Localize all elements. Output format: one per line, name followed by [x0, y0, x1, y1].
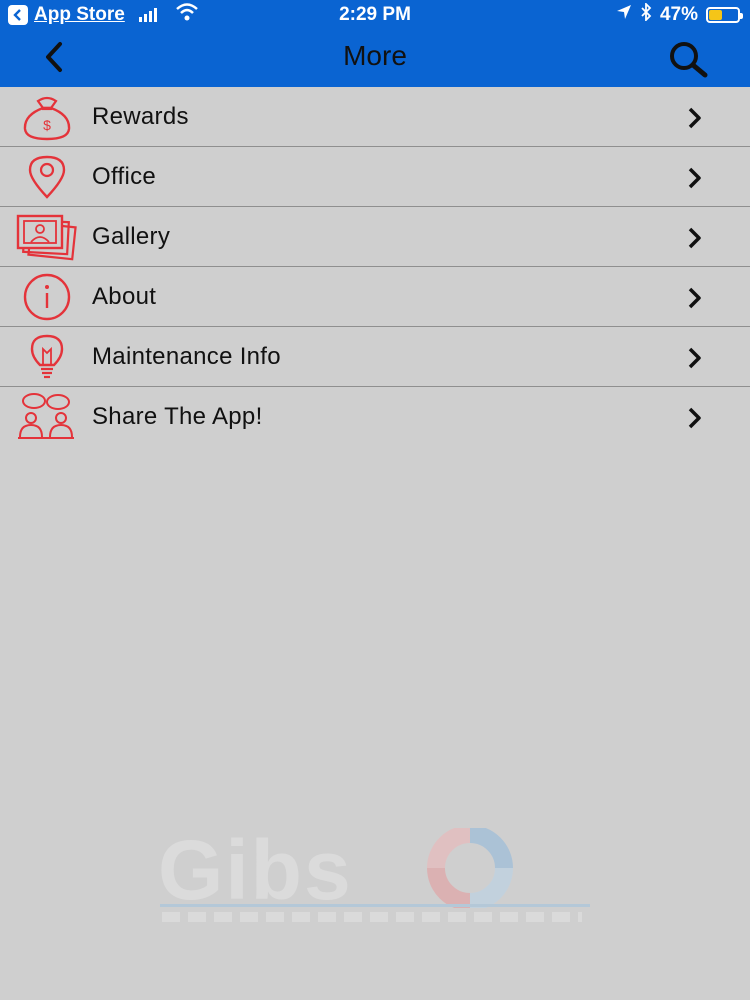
menu-item-office[interactable]: Office — [0, 147, 750, 207]
menu-item-maintenance-info[interactable]: Maintenance Info — [0, 327, 750, 387]
money-bag-icon: $ — [16, 93, 78, 141]
menu-item-label: Gallery — [92, 223, 171, 250]
menu-item-label: About — [92, 283, 157, 310]
menu-item-share-the-app[interactable]: Share The App! — [0, 387, 750, 446]
chevron-right-icon — [682, 166, 706, 190]
menu-item-label: Share The App! — [92, 403, 263, 430]
watermark-tagline — [162, 912, 582, 922]
navigation-bar: More — [0, 30, 750, 87]
page-title: More — [343, 40, 407, 71]
info-icon — [16, 273, 78, 321]
menu-item-label: Rewards — [92, 103, 189, 130]
location-icon — [616, 4, 632, 26]
chevron-right-icon — [682, 406, 706, 430]
menu-item-label: Maintenance Info — [92, 343, 281, 370]
logo-ring-icon — [420, 825, 520, 911]
share-people-icon — [16, 393, 78, 441]
bluetooth-icon — [640, 1, 652, 27]
menu-item-label: Office — [92, 163, 157, 190]
brand-watermark-logo: Gibs — [150, 820, 600, 940]
lightbulb-icon — [16, 333, 78, 381]
menu-item-rewards[interactable]: $ Rewards — [0, 87, 750, 147]
status-bar: App Store 2:29 PM 47% — [0, 0, 750, 30]
chevron-right-icon — [682, 106, 706, 130]
search-icon[interactable] — [666, 40, 710, 78]
battery-icon — [706, 7, 743, 23]
watermark-underline — [160, 904, 590, 907]
chevron-right-icon — [682, 346, 706, 370]
location-pin-icon — [16, 153, 78, 201]
svg-text:$: $ — [43, 117, 51, 133]
chevron-right-icon — [682, 226, 706, 250]
menu-item-gallery[interactable]: Gallery — [0, 207, 750, 267]
chevron-right-icon — [682, 286, 706, 310]
menu-item-about[interactable]: About — [0, 267, 750, 327]
more-menu-list: $ Rewards Office Gallery About Maintenan… — [0, 87, 750, 446]
photos-icon — [16, 213, 78, 261]
status-right: 47% — [616, 1, 743, 27]
battery-percent: 47% — [659, 4, 698, 25]
